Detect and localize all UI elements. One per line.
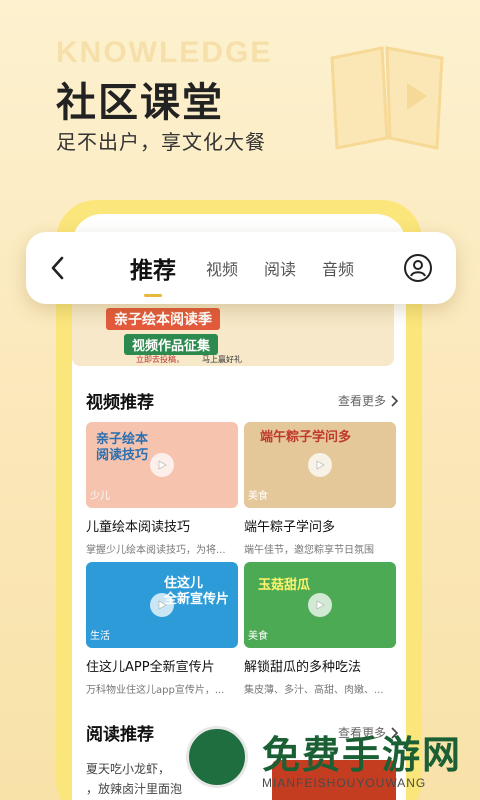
read-section-title: 阅读推荐 — [86, 725, 154, 745]
profile-button[interactable] — [398, 248, 438, 288]
banner-tag: 立即去投稿， — [136, 355, 184, 364]
video-desc: 掌握少儿绘本阅读技巧，为将... — [86, 545, 226, 556]
tab-bar: 推荐 视频 阅读 音频 — [130, 251, 380, 297]
category-tag: 生活 — [90, 631, 110, 642]
play-icon — [308, 593, 332, 617]
chevron-left-icon — [51, 256, 64, 280]
thumbnail-overlay-text: 玉菇甜瓜 — [258, 578, 311, 593]
video-card[interactable]: 住这儿 全新宣传片 生活 住这儿APP全新宣传片 万科物业住这儿app宣传片，.… — [86, 562, 238, 696]
site-watermark: 免费手游网 MIANFEISHOUYOUWANG — [186, 722, 480, 800]
top-navbar: 推荐 视频 阅读 音频 — [26, 232, 456, 304]
hero-watermark-text: KNOWLEDGE — [56, 36, 273, 69]
video-title: 住这儿APP全新宣传片 — [86, 660, 215, 675]
play-icon — [150, 453, 174, 477]
category-tag: 少儿 — [90, 491, 110, 502]
video-title: 解锁甜瓜的多种吃法 — [244, 660, 362, 675]
play-icon — [150, 593, 174, 617]
page-title: 社区课堂 — [56, 80, 224, 126]
video-thumbnail: 端午粽子学问多 美食 — [244, 422, 396, 508]
video-thumbnail: 亲子绘本 阅读技巧 少儿 — [86, 422, 238, 508]
video-card[interactable]: 端午粽子学问多 美食 端午粽子学问多 端午佳节，邀您粽享节日氛围 — [244, 422, 396, 556]
banner-title: 亲子绘本阅读季 — [106, 308, 220, 330]
banner-subtitle: 视频作品征集 — [124, 334, 219, 355]
banner-tag2: 马上赢好礼 — [202, 355, 242, 364]
video-section-header: 视频推荐 查看更多 — [86, 388, 398, 413]
thumbnail-overlay-text: 亲子绘本 阅读技巧 — [96, 432, 149, 463]
video-section-title: 视频推荐 — [86, 393, 154, 413]
play-icon — [308, 453, 332, 477]
video-title: 端午粽子学问多 — [244, 520, 336, 535]
video-desc: 集皮薄、多汁、高甜、肉嫩、... — [244, 685, 384, 696]
page-subtitle: 足不出户，享文化大餐 — [56, 130, 266, 154]
tab-audio[interactable]: 音频 — [322, 256, 354, 280]
chevron-right-icon — [391, 394, 398, 407]
promo-banner[interactable]: 亲子绘本阅读季 视频作品征集 立即去投稿， 马上赢好礼 — [72, 300, 394, 366]
video-thumbnail: 玉菇甜瓜 美食 — [244, 562, 396, 648]
watermark-title: 免费手游网 — [262, 733, 463, 777]
video-desc: 万科物业住这儿app宣传片，... — [86, 685, 225, 696]
watermark-subtitle: MIANFEISHOUYOUWANG — [262, 776, 427, 790]
see-more-label: 查看更多 — [337, 394, 386, 408]
tab-read[interactable]: 阅读 — [264, 256, 296, 280]
video-see-more-link[interactable]: 查看更多 — [338, 392, 398, 409]
user-icon — [404, 254, 432, 282]
video-card[interactable]: 玉菇甜瓜 美食 解锁甜瓜的多种吃法 集皮薄、多汁、高甜、肉嫩、... — [244, 562, 396, 696]
video-title: 儿童绘本阅读技巧 — [86, 520, 191, 535]
book-icon — [330, 46, 444, 150]
video-card[interactable]: 亲子绘本 阅读技巧 少儿 儿童绘本阅读技巧 掌握少儿绘本阅读技巧，为将... — [86, 422, 238, 556]
thumbnail-overlay-text: 端午粽子学问多 — [260, 430, 352, 445]
tab-recommend[interactable]: 推荐 — [130, 251, 176, 297]
tab-video[interactable]: 视频 — [206, 256, 238, 280]
category-tag: 美食 — [248, 631, 268, 642]
back-button[interactable] — [34, 245, 80, 291]
category-tag: 美食 — [248, 491, 268, 502]
video-desc: 端午佳节，邀您粽享节日氛围 — [244, 545, 374, 556]
video-thumbnail: 住这儿 全新宣传片 生活 — [86, 562, 238, 648]
watermark-logo-icon — [186, 726, 248, 788]
